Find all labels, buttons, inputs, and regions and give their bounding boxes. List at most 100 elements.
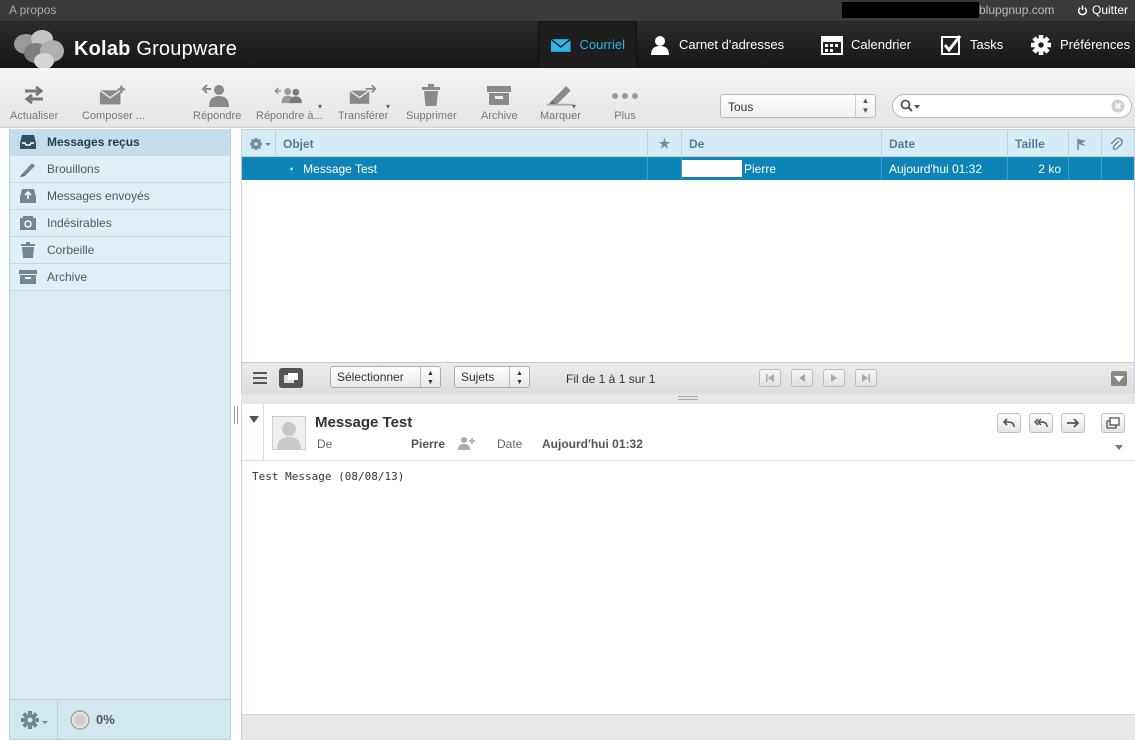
compose-button[interactable]: Composer ... (82, 82, 145, 122)
table-row[interactable]: • Message Test Pierre Aujourd'hui 01:32 … (242, 157, 1134, 180)
clear-search-icon[interactable] (1111, 99, 1125, 113)
redacted-sender (682, 160, 742, 177)
reply-button[interactable]: Répondre (193, 82, 241, 122)
mark-dropdown-icon[interactable]: ▾ (572, 102, 580, 111)
reply-all-button[interactable]: Répondre à... (256, 82, 323, 122)
nav-settings-label: Préférences (1060, 37, 1131, 52)
marker-pen-icon (547, 86, 574, 106)
row-subject-cell: • Message Test (242, 157, 648, 180)
main-nav: Courriel Carnet d'adresses Calendrier Ta… (538, 21, 1135, 68)
preview-reply-all-button[interactable] (1029, 413, 1053, 433)
column-size-label: Taille (1015, 136, 1045, 151)
list-header: Objet ★ De Date Taille (242, 130, 1134, 157)
kolab-logo[interactable]: Kolab Groupware (12, 27, 237, 71)
person-icon (651, 35, 669, 55)
reply-all-icon (1034, 418, 1048, 428)
from-name[interactable]: Pierre (411, 437, 445, 451)
first-page-button[interactable] (759, 369, 781, 387)
nav-calendar[interactable]: Calendrier (809, 21, 928, 68)
nav-calendar-label: Calendrier (851, 37, 911, 52)
folder-trash[interactable]: Corbeille (10, 237, 230, 264)
about-link[interactable]: A propos (9, 3, 56, 17)
preview-footer (242, 714, 1135, 740)
quit-button[interactable]: Quitter (1077, 3, 1128, 17)
checkbox-icon (941, 34, 962, 55)
collapse-preview-button[interactable] (1111, 371, 1127, 386)
chevron-down-icon (1114, 375, 1124, 382)
refresh-label: Actualiser (10, 110, 59, 122)
sender-avatar (272, 416, 306, 450)
nav-tasks[interactable]: Tasks (928, 21, 1018, 68)
column-date[interactable]: Date (882, 130, 1008, 157)
list-options-button[interactable] (242, 130, 276, 157)
redacted-sender-name (345, 436, 409, 451)
gear-icon (20, 710, 48, 729)
forward-arrow-icon (1067, 418, 1080, 428)
folder-sent[interactable]: Messages envoyés (10, 183, 230, 210)
search-icon[interactable] (900, 99, 920, 113)
compose-label: Composer ... (82, 110, 145, 122)
column-date-label: Date (889, 136, 916, 151)
column-flagged[interactable]: ★ (648, 130, 682, 157)
refresh-button[interactable]: Actualiser (10, 82, 58, 122)
preview-header: Message Test De Pierre Date Aujourd'hui … (242, 404, 1135, 461)
folder-junk[interactable]: Indésirables (10, 210, 230, 237)
date-value: Aujourd'hui 01:32 (542, 437, 643, 451)
open-in-new-window-button[interactable] (1101, 413, 1125, 433)
column-size[interactable]: Taille (1008, 130, 1069, 157)
reply-all-dropdown-icon[interactable]: ▾ (318, 102, 326, 111)
threads-dropdown[interactable]: Sujets ▲ ▼ (454, 366, 530, 388)
preview-forward-button[interactable] (1061, 413, 1085, 433)
folder-inbox[interactable]: Messages reçus (10, 129, 230, 156)
more-button[interactable]: Plus (610, 82, 640, 122)
archive-button[interactable]: Archive (481, 82, 518, 122)
search-input[interactable] (923, 98, 1103, 114)
folder-junk-label: Indésirables (47, 216, 112, 230)
horizontal-splitter[interactable] (241, 394, 1135, 404)
message-list: Objet ★ De Date Taille • Message Test Pi… (241, 129, 1135, 394)
forward-dropdown-icon[interactable]: ▾ (386, 102, 394, 111)
reply-all-label: Répondre à... (256, 110, 323, 122)
row-flagged-cell[interactable] (648, 157, 682, 180)
search-box[interactable] (892, 94, 1132, 118)
power-icon (1077, 4, 1088, 15)
nav-settings[interactable]: Préférences (1018, 21, 1135, 68)
delete-button[interactable]: Supprimer (406, 82, 457, 122)
threads-view-button[interactable] (279, 368, 303, 388)
more-headers-icon[interactable] (1115, 445, 1123, 451)
select-dropdown[interactable]: Sélectionner ▲ ▼ (330, 366, 441, 388)
column-from[interactable]: De (682, 130, 882, 157)
folder-sidebar: Messages reçus Brouillons Messages envoy… (9, 129, 231, 740)
junk-icon (20, 216, 36, 230)
previous-page-button[interactable] (791, 369, 813, 387)
folder-archive[interactable]: Archive (10, 264, 230, 291)
nav-mail[interactable]: Courriel (538, 21, 637, 68)
vertical-splitter[interactable] (233, 404, 241, 426)
select-arrows-icon: ▲ ▼ (509, 367, 529, 387)
forward-button[interactable]: Transférer (338, 82, 388, 122)
row-date-cell: Aujourd'hui 01:32 (882, 157, 1008, 180)
message-filter-select[interactable]: Tous ▲ ▼ (720, 94, 876, 118)
threads-label: Sujets (461, 370, 495, 384)
redacted-username (842, 2, 979, 18)
column-subject[interactable]: Objet (276, 130, 648, 157)
folder-drafts[interactable]: Brouillons (10, 156, 230, 183)
next-page-button[interactable] (823, 369, 845, 387)
folder-options-button[interactable] (10, 699, 58, 740)
message-count: Fil de 1 à 1 sur 1 (566, 372, 656, 386)
column-attachment[interactable] (1102, 130, 1134, 157)
last-page-button[interactable] (855, 369, 877, 387)
collapse-headers-icon[interactable] (249, 416, 259, 424)
app-header: Kolab Groupware Courriel Carnet d'adress… (0, 21, 1135, 71)
envelope-icon (550, 38, 571, 52)
sidebar-footer: 0% (10, 699, 230, 740)
column-flag[interactable] (1069, 130, 1102, 157)
flag-icon (1077, 138, 1086, 150)
list-view-icon[interactable] (252, 371, 268, 385)
date-label: Date (497, 437, 523, 451)
select-arrows-icon: ▲ ▼ (420, 367, 440, 387)
preview-reply-button[interactable] (997, 413, 1021, 433)
row-flag-cell[interactable] (1069, 157, 1102, 180)
add-contact-icon[interactable] (458, 436, 476, 450)
nav-contacts[interactable]: Carnet d'adresses (637, 21, 809, 68)
